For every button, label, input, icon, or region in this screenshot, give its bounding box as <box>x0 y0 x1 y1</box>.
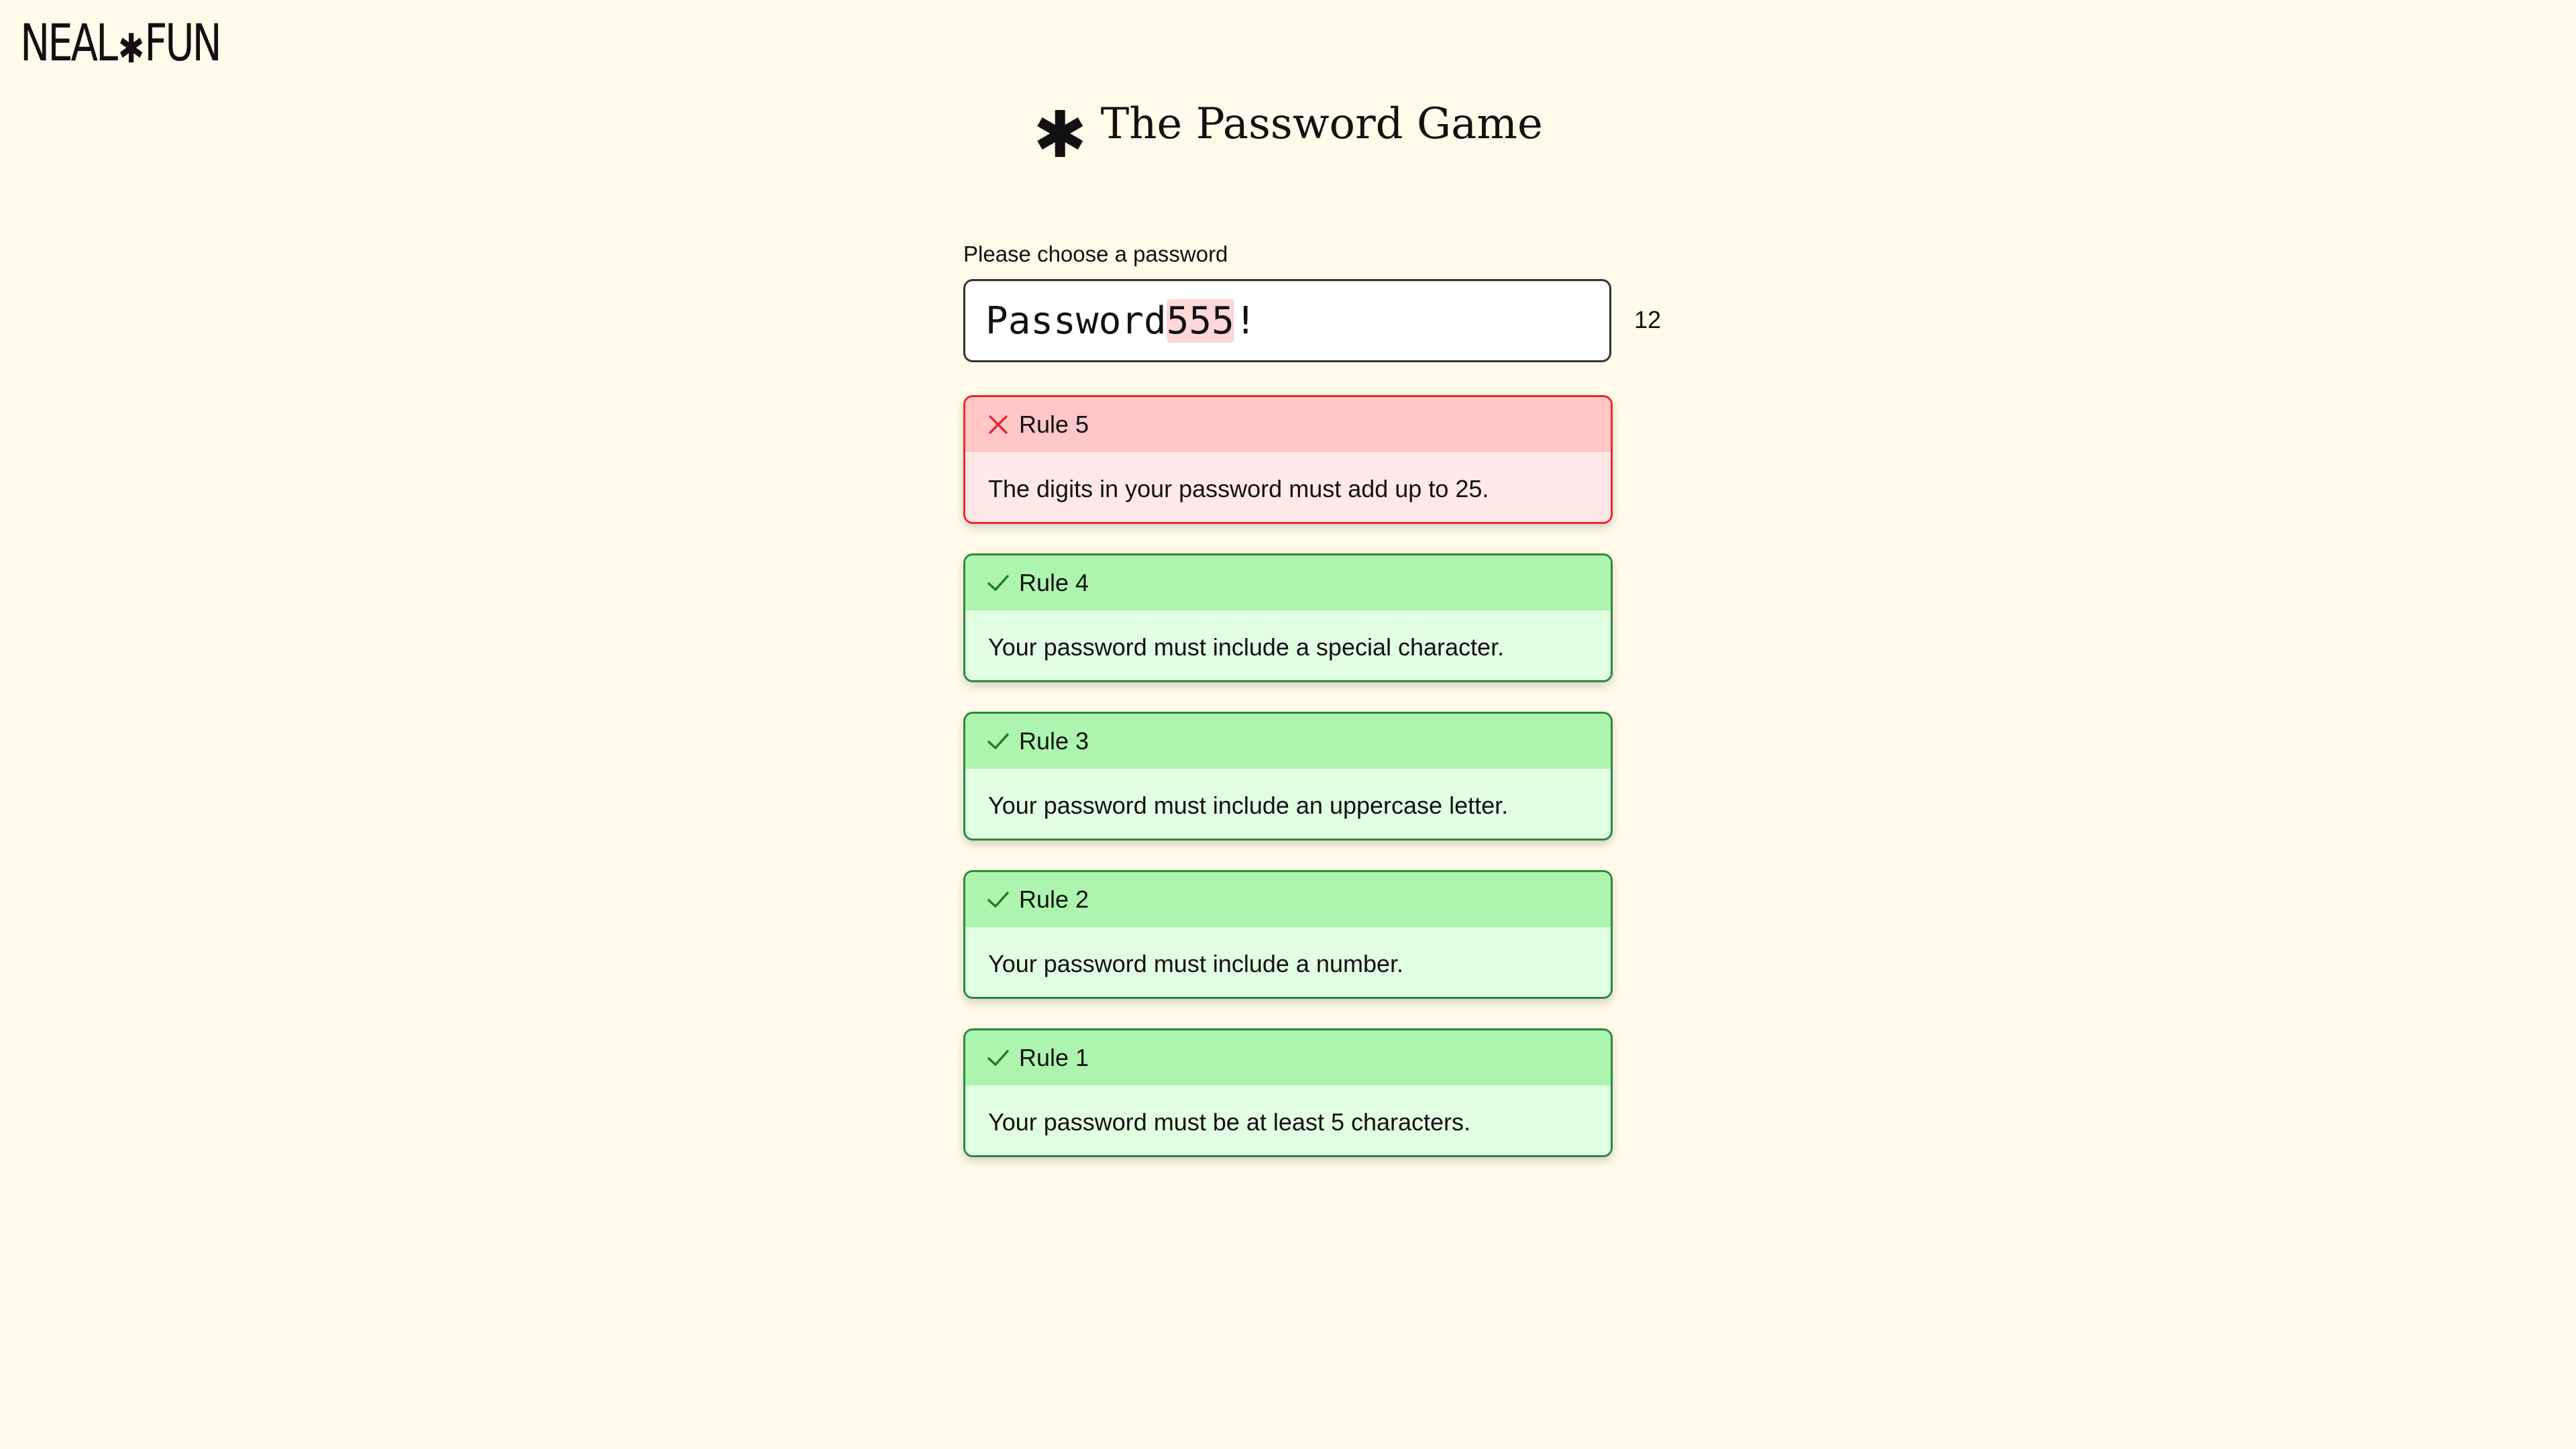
rule-title: Rule 1 <box>1019 1044 1089 1071</box>
rule-card-2: Rule 2 Your password must include a numb… <box>963 870 1613 999</box>
rule-header: Rule 2 <box>965 872 1611 927</box>
rule-card-4: Rule 4 Your password must include a spec… <box>963 553 1613 682</box>
rule-title: Rule 5 <box>1019 411 1089 438</box>
rule-header: Rule 1 <box>965 1030 1611 1085</box>
logo-star-icon: ✱ <box>118 25 144 72</box>
password-label: Please choose a password <box>963 241 1228 266</box>
rule-header: Rule 4 <box>965 555 1611 610</box>
rule-title: Rule 4 <box>1019 569 1089 596</box>
password-text-prefix: Password <box>985 299 1167 343</box>
asterisk-icon: ✱ <box>1033 97 1087 172</box>
checkmark-icon <box>987 572 1010 594</box>
logo-text-left: NEAL <box>20 12 118 72</box>
checkmark-icon <box>987 730 1010 753</box>
rule-description: Your password must include a number. <box>965 927 1611 997</box>
rule-title: Rule 2 <box>1019 885 1089 913</box>
rule-description: Your password must include an uppercase … <box>965 769 1611 839</box>
logo-text-right: FUN <box>144 12 222 72</box>
page-title-text: The Password Game <box>1100 99 1543 149</box>
password-input[interactable]: Password 555! <box>963 279 1611 362</box>
rule-header: Rule 5 <box>965 397 1611 452</box>
password-digits-highlight: 555 <box>1166 299 1234 343</box>
rule-description: Your password must be at least 5 charact… <box>965 1085 1611 1155</box>
neal-fun-logo[interactable]: NEAL ✱ FUN <box>20 12 222 73</box>
rule-title: Rule 3 <box>1019 727 1089 755</box>
close-x-icon <box>987 413 1010 436</box>
rule-card-5: Rule 5 The digits in your password must … <box>963 395 1613 524</box>
rule-card-1: Rule 1 Your password must be at least 5 … <box>963 1028 1613 1157</box>
page-title: ✱ The Password Game <box>0 87 2576 167</box>
rule-description: The digits in your password must add up … <box>965 452 1611 522</box>
checkmark-icon <box>987 888 1010 911</box>
rule-header: Rule 3 <box>965 714 1611 769</box>
checkmark-icon <box>987 1046 1010 1069</box>
character-count: 12 <box>1634 306 1662 333</box>
rule-card-3: Rule 3 Your password must include an upp… <box>963 712 1613 841</box>
password-text-suffix: ! <box>1234 299 1257 343</box>
rule-description: Your password must include a special cha… <box>965 610 1611 680</box>
